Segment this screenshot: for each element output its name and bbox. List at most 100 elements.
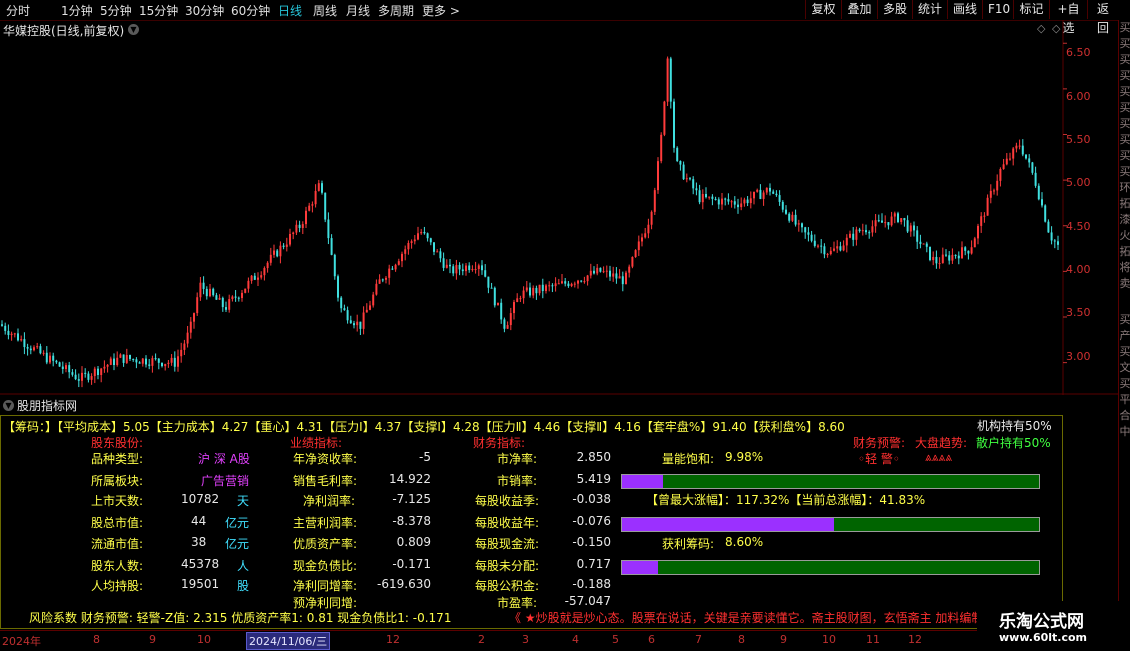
candle-body [292,232,295,234]
candle-body [970,247,973,254]
candle-body [340,297,343,309]
candle-body [244,288,247,293]
section-caiwu: 财务指标: [473,436,526,450]
period-multi[interactable]: 多周期 [378,2,414,19]
candle-body [890,216,893,226]
candle-body [337,276,339,298]
tool-stats-button[interactable]: 统计 [912,0,947,19]
candle-body [605,270,608,272]
candle-body [1015,145,1018,149]
selected-date[interactable]: 2024/11/06/三 [246,632,331,650]
candle-body [407,242,410,250]
tool-f10-button[interactable]: F10 [982,0,1013,19]
strip-char: 买 [1119,149,1130,162]
kline-chart[interactable] [0,20,1118,395]
collapse-icon[interactable]: ▼ [3,400,14,411]
candle-body [743,199,746,204]
candle-body [167,362,170,364]
candle-body [740,203,743,208]
period-1min[interactable]: 1分钟 [61,2,93,19]
candle-body [980,216,983,226]
institution-holding: 机构持有50% [977,419,1052,433]
price-label: 4.50 [1066,220,1091,233]
period-more[interactable]: 更多 > [422,2,460,19]
candle-body [116,357,119,365]
candle-body [122,354,125,363]
tool-multistock-button[interactable]: 多股 [877,0,912,19]
candle-body [519,298,522,300]
candle-body [884,222,887,224]
candle-body [1037,185,1040,200]
candle-body [503,319,506,329]
candle-body [327,219,330,239]
strip-char: 买 [1119,165,1130,178]
month-label: 11 [866,633,880,646]
candle-body [756,189,759,192]
period-60min[interactable]: 60分钟 [231,2,270,19]
row-value: -7.125 [392,492,431,506]
strip-char: 产 [1119,329,1130,342]
candle-body [247,280,250,289]
candle-body [893,213,896,217]
tool-add-watchlist-button[interactable]: +自选 [1049,0,1087,35]
bar-fill [622,475,663,488]
candle-body [186,332,189,344]
candle-body [330,238,333,255]
candle-body [317,183,320,191]
month-label: 10 [822,633,836,646]
candle-body [234,296,237,298]
candle-body [378,279,381,284]
tool-mark-button[interactable]: 标记 [1013,0,1049,19]
candle-body [199,282,202,298]
candle-body [273,250,275,255]
row-label: 每股收益季: [475,494,540,508]
brand-watermark: 乐淘公式网 www.60lt.com [977,601,1130,650]
candle-body [637,241,640,251]
period-monthly[interactable]: 月线 [346,2,370,19]
strip-char: 买 [1119,117,1130,130]
strip-char: 买 [1119,21,1130,34]
candle-body [916,230,919,242]
tool-draw-button[interactable]: 画线 [947,0,982,19]
row-value: -0.076 [572,514,611,528]
month-label: 4 [572,633,579,646]
period-weekly[interactable]: 周线 [313,2,337,19]
candle-body [36,346,39,348]
candle-body [301,224,304,229]
candle-body [218,297,221,300]
candle-body [68,365,71,373]
candle-body [685,178,688,180]
tool-fuquan-button[interactable]: 复权 [805,0,841,19]
period-5min[interactable]: 5分钟 [100,2,132,19]
candle-body [829,250,832,255]
strip-char: 中 [1119,425,1130,438]
strip-char: 文 [1119,361,1130,374]
candle-body [609,270,611,277]
candle-body [484,270,487,277]
candle-body [26,347,29,349]
period-30min[interactable]: 30分钟 [185,2,224,19]
candle-body [13,333,16,335]
candle-body [215,295,218,300]
candle-body [804,227,807,233]
candle-body [42,352,45,354]
period-daily[interactable]: 日线 [278,2,302,19]
candle-body [839,246,842,251]
candle-body [673,101,675,148]
tool-back-button[interactable]: 返回 [1087,0,1118,35]
candle-body [660,134,663,162]
candle-body [193,313,195,322]
candle-body [289,233,291,245]
candle-body [861,230,864,232]
candle-body [324,192,327,220]
period-15min[interactable]: 15分钟 [139,2,178,19]
candle-body [138,362,141,364]
tool-overlay-button[interactable]: 叠加 [841,0,877,19]
candle-body [714,198,717,200]
month-label: 12 [908,633,922,646]
period-fenshi[interactable]: 分时 [6,2,30,19]
strip-char: 买 [1119,101,1130,114]
strip-char: 买 [1119,37,1130,50]
candle-body [612,273,615,277]
month-label: 2 [478,633,485,646]
